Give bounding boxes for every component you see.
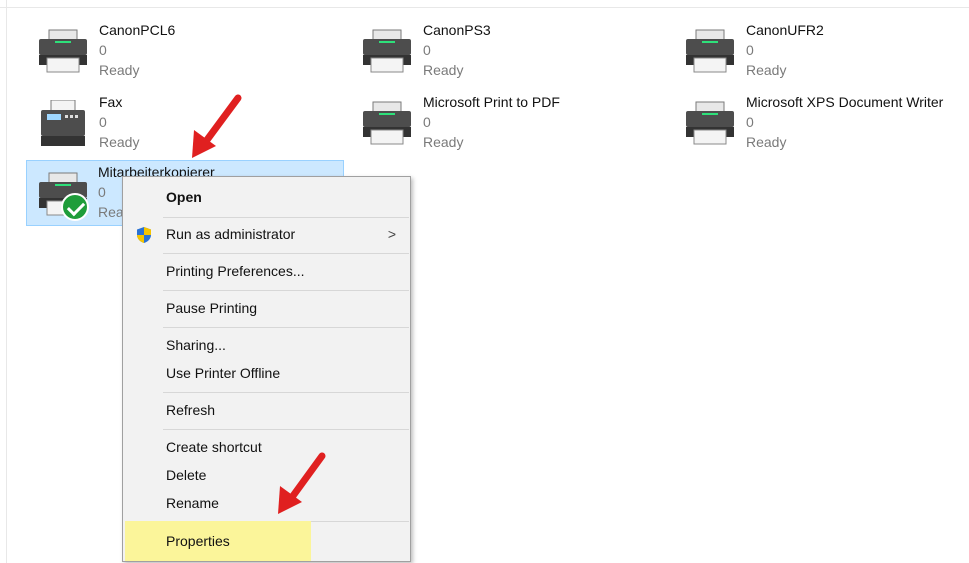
printer-queue-count: 0	[423, 42, 431, 58]
printer-status: Ready	[746, 62, 787, 78]
red-arrow-annotation	[278, 452, 326, 514]
printer-status: Ready	[423, 134, 464, 150]
printer-icon	[686, 101, 734, 145]
context-menu: Open Run as administrator > Printing Pre…	[122, 176, 411, 562]
printer-status: Ready	[746, 134, 787, 150]
menu-separator	[163, 253, 409, 254]
menu-item-run-as-admin[interactable]: Run as administrator >	[123, 220, 410, 248]
printer-queue-count: 0	[99, 42, 107, 58]
left-divider	[6, 0, 7, 563]
menu-item-create-shortcut[interactable]: Create shortcut	[123, 433, 410, 461]
printer-queue-count: 0	[746, 114, 754, 130]
printer-name: CanonPCL6	[99, 22, 176, 38]
printer-status: Ready	[99, 62, 140, 78]
printer-status: Ready	[99, 134, 140, 150]
default-printer-check-icon	[61, 193, 89, 221]
printer-tile-fax[interactable]: Fax 0 Ready	[27, 90, 327, 154]
menu-separator	[163, 290, 409, 291]
menu-item-delete[interactable]: Delete	[123, 461, 410, 489]
menu-item-printing-preferences[interactable]: Printing Preferences...	[123, 257, 410, 285]
printer-status: Ready	[423, 62, 464, 78]
menu-item-open[interactable]: Open	[123, 183, 410, 211]
menu-item-label: Run as administrator	[166, 226, 296, 242]
menu-item-refresh[interactable]: Refresh	[123, 396, 410, 424]
printer-queue-count: 0	[423, 114, 431, 130]
fax-icon	[41, 100, 85, 146]
red-arrow-annotation	[192, 94, 242, 158]
chevron-right-icon: >	[387, 226, 396, 242]
printer-queue-count: 0	[99, 114, 107, 130]
menu-separator	[163, 429, 409, 430]
header-divider	[0, 7, 969, 8]
printer-icon	[363, 29, 411, 73]
menu-item-properties[interactable]: Properties	[125, 521, 311, 561]
printer-queue-count: 0	[746, 42, 754, 58]
printer-tile-canonpcl6[interactable]: CanonPCL6 0 Ready	[27, 18, 327, 82]
menu-separator	[163, 327, 409, 328]
printer-icon	[686, 29, 734, 73]
menu-separator	[163, 217, 409, 218]
printer-tile-canonps3[interactable]: CanonPS3 0 Ready	[351, 18, 651, 82]
printer-name: Microsoft XPS Document Writer	[746, 94, 944, 110]
printer-tile-canonufr2[interactable]: CanonUFR2 0 Ready	[674, 18, 964, 82]
menu-item-rename[interactable]: Rename	[123, 489, 410, 517]
menu-item-sharing[interactable]: Sharing...	[123, 331, 410, 359]
printer-name: Fax	[99, 94, 123, 110]
menu-item-use-offline[interactable]: Use Printer Offline	[123, 359, 410, 387]
printer-tile-ms-print-to-pdf[interactable]: Microsoft Print to PDF 0 Ready	[351, 90, 651, 154]
menu-item-pause-printing[interactable]: Pause Printing	[123, 294, 410, 322]
printer-icon	[363, 101, 411, 145]
printer-tile-ms-xps-writer[interactable]: Microsoft XPS Document Writer 0 Ready	[674, 90, 964, 154]
printer-name: Microsoft Print to PDF	[423, 94, 560, 110]
printer-name: CanonPS3	[423, 22, 491, 38]
uac-shield-icon	[137, 227, 151, 243]
printer-icon	[39, 29, 87, 73]
printer-name: CanonUFR2	[746, 22, 824, 38]
menu-separator	[163, 392, 409, 393]
